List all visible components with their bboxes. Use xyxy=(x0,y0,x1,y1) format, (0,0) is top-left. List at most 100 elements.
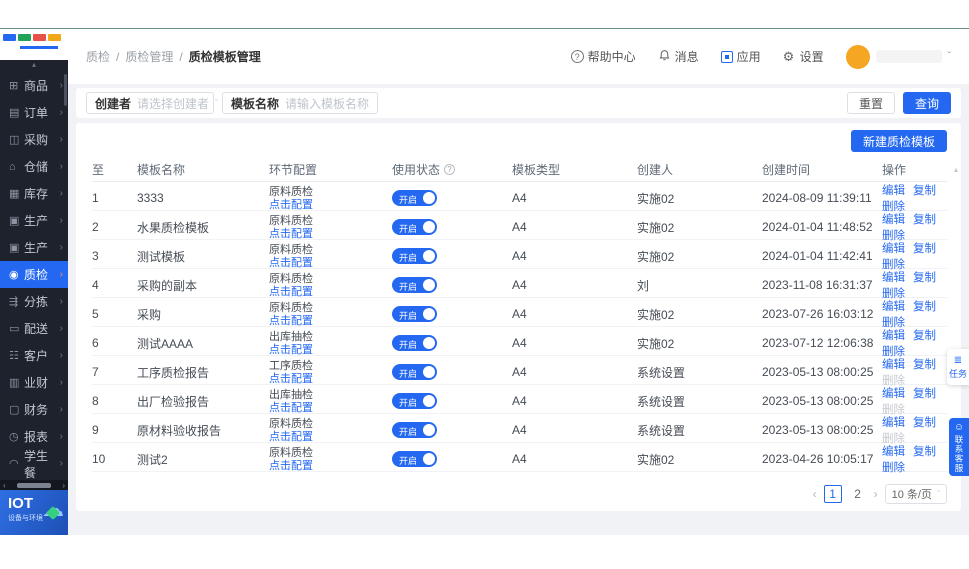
configure-link[interactable]: 点击配置 xyxy=(269,431,392,443)
page-size-select[interactable]: 10 条/页 ˇ xyxy=(885,484,947,504)
messages-button[interactable]: 消息 xyxy=(658,48,699,65)
sidebar-item-production2[interactable]: ▣生产› xyxy=(0,234,68,261)
copy-link[interactable]: 复制 xyxy=(913,214,936,226)
query-button[interactable]: 查询 xyxy=(903,92,951,114)
copy-link[interactable]: 复制 xyxy=(913,359,936,371)
sidebar-item-inventory[interactable]: ▦库存› xyxy=(0,180,68,207)
delete-link[interactable]: 删除 xyxy=(882,462,905,474)
status-toggle[interactable]: 开启 xyxy=(392,335,437,351)
sidebar-item-production[interactable]: ▣生产› xyxy=(0,207,68,234)
stage-config-cell: 出库抽检点击配置 xyxy=(269,389,392,414)
sidebar-item-quality[interactable]: ◉质检› xyxy=(0,261,68,288)
status-toggle[interactable]: 开启 xyxy=(392,248,437,264)
main-content: 创建者 请选择创建者 ˇ 模板名称 请输入模板名称 重置 查询 新建质检模板 至… xyxy=(68,84,969,535)
copy-link[interactable]: 复制 xyxy=(913,446,936,458)
hscroll-right-icon[interactable]: › xyxy=(62,481,65,490)
status-toggle[interactable]: 开启 xyxy=(392,306,437,322)
sidebar-item-finance[interactable]: ▢财务› xyxy=(0,396,68,423)
status-toggle[interactable]: 开启 xyxy=(392,422,437,438)
status-toggle[interactable]: 开启 xyxy=(392,190,437,206)
configure-link[interactable]: 点击配置 xyxy=(269,402,392,414)
status-toggle[interactable]: 开启 xyxy=(392,277,437,293)
iot-logo-block[interactable]: IOT 设备与环境 ☁ xyxy=(0,490,68,535)
configure-link[interactable]: 点击配置 xyxy=(269,257,392,269)
template-name: 原材料验收报告 xyxy=(137,422,269,439)
reset-button[interactable]: 重置 xyxy=(847,92,895,114)
contact-support-floating-button[interactable]: ☺ 联系客服 xyxy=(949,418,969,476)
company-logo[interactable] xyxy=(0,29,68,60)
edit-link[interactable]: 编辑 xyxy=(882,446,905,458)
configure-link[interactable]: 点击配置 xyxy=(269,199,392,211)
sidebar-scroll-up-icon[interactable]: ▴ xyxy=(0,60,68,72)
help-center-button[interactable]: ? 帮助中心 xyxy=(571,48,636,65)
toggle-on-label: 开启 xyxy=(399,338,417,351)
sidebar-scrollbar-thumb[interactable] xyxy=(64,74,67,106)
status-toggle[interactable]: 开启 xyxy=(392,451,437,467)
page-button-2[interactable]: 2 xyxy=(849,485,867,503)
toggle-on-label: 开启 xyxy=(399,396,417,409)
edit-link[interactable]: 编辑 xyxy=(882,243,905,255)
configure-link[interactable]: 点击配置 xyxy=(269,286,392,298)
logo-bar-red xyxy=(33,34,46,41)
template-name-input[interactable]: 模板名称 请输入模板名称 xyxy=(222,92,378,114)
sidebar-item-sorting[interactable]: ⇶分拣› xyxy=(0,288,68,315)
table-row: 4采购的副本原料质检点击配置开启A4刘2023-11-08 16:31:37编辑… xyxy=(92,269,947,298)
status-toggle[interactable]: 开启 xyxy=(392,393,437,409)
edit-link[interactable]: 编辑 xyxy=(882,388,905,400)
sidebar-item-goods[interactable]: ⊞商品› xyxy=(0,72,68,99)
sidebar-item-delivery[interactable]: ▭配送› xyxy=(0,315,68,342)
gear-icon: ⚙ xyxy=(783,50,796,63)
apps-button[interactable]: 应用 xyxy=(721,48,761,65)
edit-link[interactable]: 编辑 xyxy=(882,359,905,371)
edit-link[interactable]: 编辑 xyxy=(882,214,905,226)
copy-link[interactable]: 复制 xyxy=(913,185,936,197)
status-help-icon[interactable]: ? xyxy=(444,164,455,175)
sidebar-item-warehouse[interactable]: ⌂仓储› xyxy=(0,153,68,180)
creator-select[interactable]: 创建者 请选择创建者 ˇ xyxy=(86,92,214,114)
table-scroll-up-icon[interactable]: ▴ xyxy=(954,165,958,174)
configure-link[interactable]: 点击配置 xyxy=(269,344,392,356)
sidebar-item-customers[interactable]: ☷客户› xyxy=(0,342,68,369)
prev-page-button[interactable]: ‹ xyxy=(813,487,817,501)
copy-link[interactable]: 复制 xyxy=(913,272,936,284)
stage-name: 原料质检 xyxy=(269,418,392,430)
stage-config-cell: 原料质检点击配置 xyxy=(269,244,392,269)
settings-button[interactable]: ⚙ 设置 xyxy=(783,48,824,65)
sidebar-item-orders[interactable]: ▤订单› xyxy=(0,99,68,126)
page-button-1[interactable]: 1 xyxy=(824,485,842,503)
user-menu[interactable]: ˇ xyxy=(846,45,951,69)
template-name-placeholder: 请输入模板名称 xyxy=(285,95,369,112)
configure-link[interactable]: 点击配置 xyxy=(269,373,392,385)
edit-link[interactable]: 编辑 xyxy=(882,417,905,429)
edit-link[interactable]: 编辑 xyxy=(882,185,905,197)
toggle-knob xyxy=(423,192,435,204)
new-template-button[interactable]: 新建质检模板 xyxy=(851,130,947,152)
edit-link[interactable]: 编辑 xyxy=(882,330,905,342)
sidebar-item-student-meals[interactable]: ◠学生餐› xyxy=(0,450,68,477)
configure-link[interactable]: 点击配置 xyxy=(269,228,392,240)
status-toggle[interactable]: 开启 xyxy=(392,364,437,380)
sidebar-horizontal-scrollbar[interactable]: ‹ › xyxy=(0,480,68,490)
column-header-label: 操作 xyxy=(882,161,906,178)
sidebar-item-biz-finance[interactable]: ▥业财› xyxy=(0,369,68,396)
stage-config-cell: 原料质检点击配置 xyxy=(269,302,392,327)
copy-link[interactable]: 复制 xyxy=(913,301,936,313)
hscroll-thumb[interactable] xyxy=(17,483,51,488)
edit-link[interactable]: 编辑 xyxy=(882,301,905,313)
copy-link[interactable]: 复制 xyxy=(913,388,936,400)
copy-link[interactable]: 复制 xyxy=(913,417,936,429)
sidebar-item-procurement[interactable]: ◫采购› xyxy=(0,126,68,153)
next-page-button[interactable]: › xyxy=(874,487,878,501)
hscroll-left-icon[interactable]: ‹ xyxy=(3,481,6,490)
configure-link[interactable]: 点击配置 xyxy=(269,315,392,327)
tasks-floating-button[interactable]: ≣ 任务 xyxy=(947,349,969,385)
template-type: A4 xyxy=(512,336,637,350)
breadcrumb-item[interactable]: 质检 xyxy=(86,48,110,65)
edit-link[interactable]: 编辑 xyxy=(882,272,905,284)
configure-link[interactable]: 点击配置 xyxy=(269,460,392,472)
chevron-right-icon: › xyxy=(60,269,63,280)
copy-link[interactable]: 复制 xyxy=(913,330,936,342)
status-toggle[interactable]: 开启 xyxy=(392,219,437,235)
breadcrumb-item[interactable]: 质检管理 xyxy=(125,48,173,65)
copy-link[interactable]: 复制 xyxy=(913,243,936,255)
